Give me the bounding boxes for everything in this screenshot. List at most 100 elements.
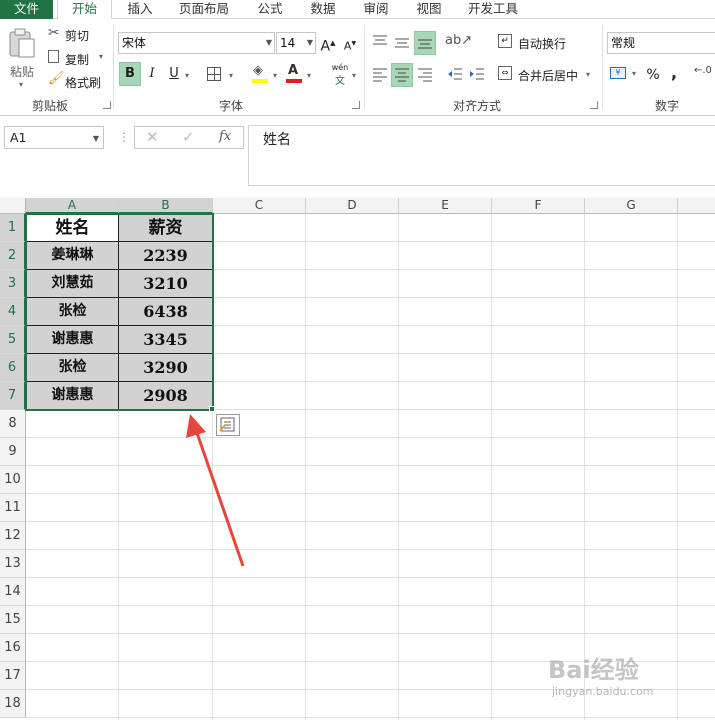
grow-font-button[interactable]: A▲	[320, 31, 336, 55]
format-painter-label: 格式刷	[65, 76, 102, 90]
accounting-dropdown-icon[interactable]: ▾	[632, 69, 636, 78]
tab-review[interactable]: 审阅	[361, 0, 391, 19]
orientation-icon: ab↗	[445, 33, 473, 48]
formula-actions: ✕ ✓ fx	[134, 126, 244, 149]
borders-icon-h	[208, 74, 220, 75]
increase-decimal-button[interactable]: ←.0	[694, 65, 715, 85]
paste-icon	[9, 28, 35, 58]
name-box[interactable]: A1 ▼	[4, 126, 104, 149]
font-color-icon: A	[288, 63, 299, 78]
align-top-icon	[373, 35, 387, 45]
underline-dropdown-icon[interactable]: ▾	[185, 71, 189, 80]
cancel-icon[interactable]: ✕	[146, 128, 159, 146]
tab-home[interactable]: 开始	[57, 0, 112, 20]
shrink-font-button[interactable]: A▼	[342, 32, 358, 56]
comma-button[interactable]: ,	[667, 61, 681, 85]
underline-button[interactable]: U	[165, 62, 183, 86]
fill-color-button[interactable]: ◈	[250, 63, 272, 85]
tab-view[interactable]: 视图	[414, 0, 444, 19]
font-name-select[interactable]: 宋体 ▼	[118, 32, 275, 54]
merge-center-icon: ⇔	[498, 66, 512, 80]
decrease-indent-button[interactable]	[446, 65, 464, 83]
wrap-text-label: 自动换行	[518, 37, 567, 51]
italic-button[interactable]: I	[143, 62, 161, 86]
font-group-label: 字体	[218, 99, 243, 113]
increase-indent-button[interactable]	[468, 65, 486, 83]
wrap-text-icon: ↵	[498, 34, 512, 48]
number-group-label: 数字	[654, 99, 679, 113]
ribbon-tab-bar: 文件 开始 插入 页面布局 公式 数据 审阅 视图 开发工具	[0, 0, 715, 20]
fill-color-dropdown-icon[interactable]: ▾	[273, 71, 277, 80]
group-separator	[113, 25, 114, 109]
name-box-value: A1	[10, 130, 27, 145]
accounting-format-button[interactable]: ¥ ▾	[610, 65, 638, 85]
chevron-down-icon: ▼	[306, 38, 313, 47]
font-size-value: 14	[280, 36, 296, 50]
formula-input[interactable]: 姓名	[248, 125, 715, 186]
watermark-url: jingyan.baidu.com	[552, 685, 654, 698]
clipboard-launcher-icon[interactable]	[103, 101, 111, 109]
grow-font-icon: A	[320, 38, 331, 55]
orientation-button[interactable]: ab↗	[445, 33, 473, 51]
font-name-value: 宋体	[122, 36, 147, 50]
align-right-icon	[418, 68, 432, 82]
ribbon: 粘贴 ▾ ✂ 剪切 复制 ▾ 🖌 格式刷 剪贴板 宋体 ▼ 14 ▼ A▲ A▼…	[0, 19, 715, 116]
fill-color-swatch	[252, 79, 268, 83]
increase-indent-icon	[470, 68, 484, 80]
copy-dropdown-icon[interactable]: ▾	[99, 52, 103, 61]
worksheet-grid[interactable]: A B C D E F G 1 2 3 4 5 6 7 8 9 10 11 12…	[0, 198, 715, 720]
accounting-icon: ¥	[610, 67, 626, 79]
font-color-dropdown-icon[interactable]: ▾	[307, 71, 311, 80]
align-bottom-button[interactable]	[414, 31, 436, 55]
number-format-value: 常规	[611, 36, 636, 50]
phonetic-char: 文	[335, 76, 345, 87]
enter-icon[interactable]: ✓	[182, 128, 195, 146]
tab-insert[interactable]: 插入	[125, 0, 155, 19]
clipboard-group-label: 剪贴板	[31, 99, 68, 113]
align-center-button[interactable]	[391, 63, 413, 87]
watermark-brand: Bai经验	[548, 656, 639, 684]
percent-button[interactable]: %	[644, 63, 662, 87]
align-center-icon	[395, 68, 409, 82]
align-bottom-icon	[418, 39, 432, 49]
align-middle-icon	[395, 38, 409, 48]
tab-formulas[interactable]: 公式	[255, 0, 285, 19]
cut-label: 剪切	[65, 29, 90, 43]
align-top-button[interactable]	[371, 33, 389, 51]
formula-bar-grip-icon: ⋮	[118, 130, 130, 144]
align-middle-button[interactable]	[393, 33, 411, 51]
merge-center-dropdown-icon[interactable]: ▾	[586, 70, 590, 79]
font-color-button[interactable]: A	[284, 63, 306, 85]
copy-label: 复制	[65, 53, 90, 67]
borders-dropdown-icon[interactable]: ▾	[229, 71, 233, 80]
phonetic-dropdown-icon[interactable]: ▾	[352, 71, 356, 80]
align-right-button[interactable]	[416, 65, 434, 83]
tab-page-layout[interactable]: 页面布局	[178, 0, 230, 19]
font-size-select[interactable]: 14 ▼	[276, 32, 316, 54]
align-left-button[interactable]	[371, 65, 389, 83]
tab-developer[interactable]: 开发工具	[466, 0, 520, 19]
phonetic-pinyin: wén	[331, 63, 349, 72]
wrap-text-button[interactable]: ↵ 自动换行	[498, 33, 578, 53]
copy-button[interactable]: 复制 ▾	[46, 48, 110, 68]
phonetic-button[interactable]: wén 文	[328, 63, 352, 87]
bold-button[interactable]: B	[119, 62, 141, 86]
annotation-arrow	[186, 414, 245, 567]
alignment-launcher-icon[interactable]	[590, 101, 598, 109]
borders-button[interactable]	[207, 67, 221, 81]
paste-button[interactable]: 粘贴 ▾	[4, 25, 40, 91]
group-separator	[364, 25, 365, 109]
tab-file[interactable]: 文件	[0, 0, 53, 19]
merge-center-button[interactable]: ⇔ 合并后居中 ▾	[498, 65, 594, 85]
paint-bucket-icon: ◈	[253, 63, 263, 78]
number-format-select[interactable]: 常规	[607, 32, 715, 54]
tab-data[interactable]: 数据	[308, 0, 338, 19]
decrease-indent-icon	[448, 68, 462, 80]
format-painter-button[interactable]: 🖌 格式刷	[46, 71, 110, 91]
copy-icon	[48, 50, 59, 63]
paste-dropdown-icon[interactable]: ▾	[19, 80, 23, 89]
cut-button[interactable]: ✂ 剪切	[46, 25, 106, 45]
paste-label: 粘贴	[10, 65, 35, 79]
font-launcher-icon[interactable]	[352, 101, 360, 109]
insert-function-icon[interactable]: fx	[219, 129, 231, 144]
